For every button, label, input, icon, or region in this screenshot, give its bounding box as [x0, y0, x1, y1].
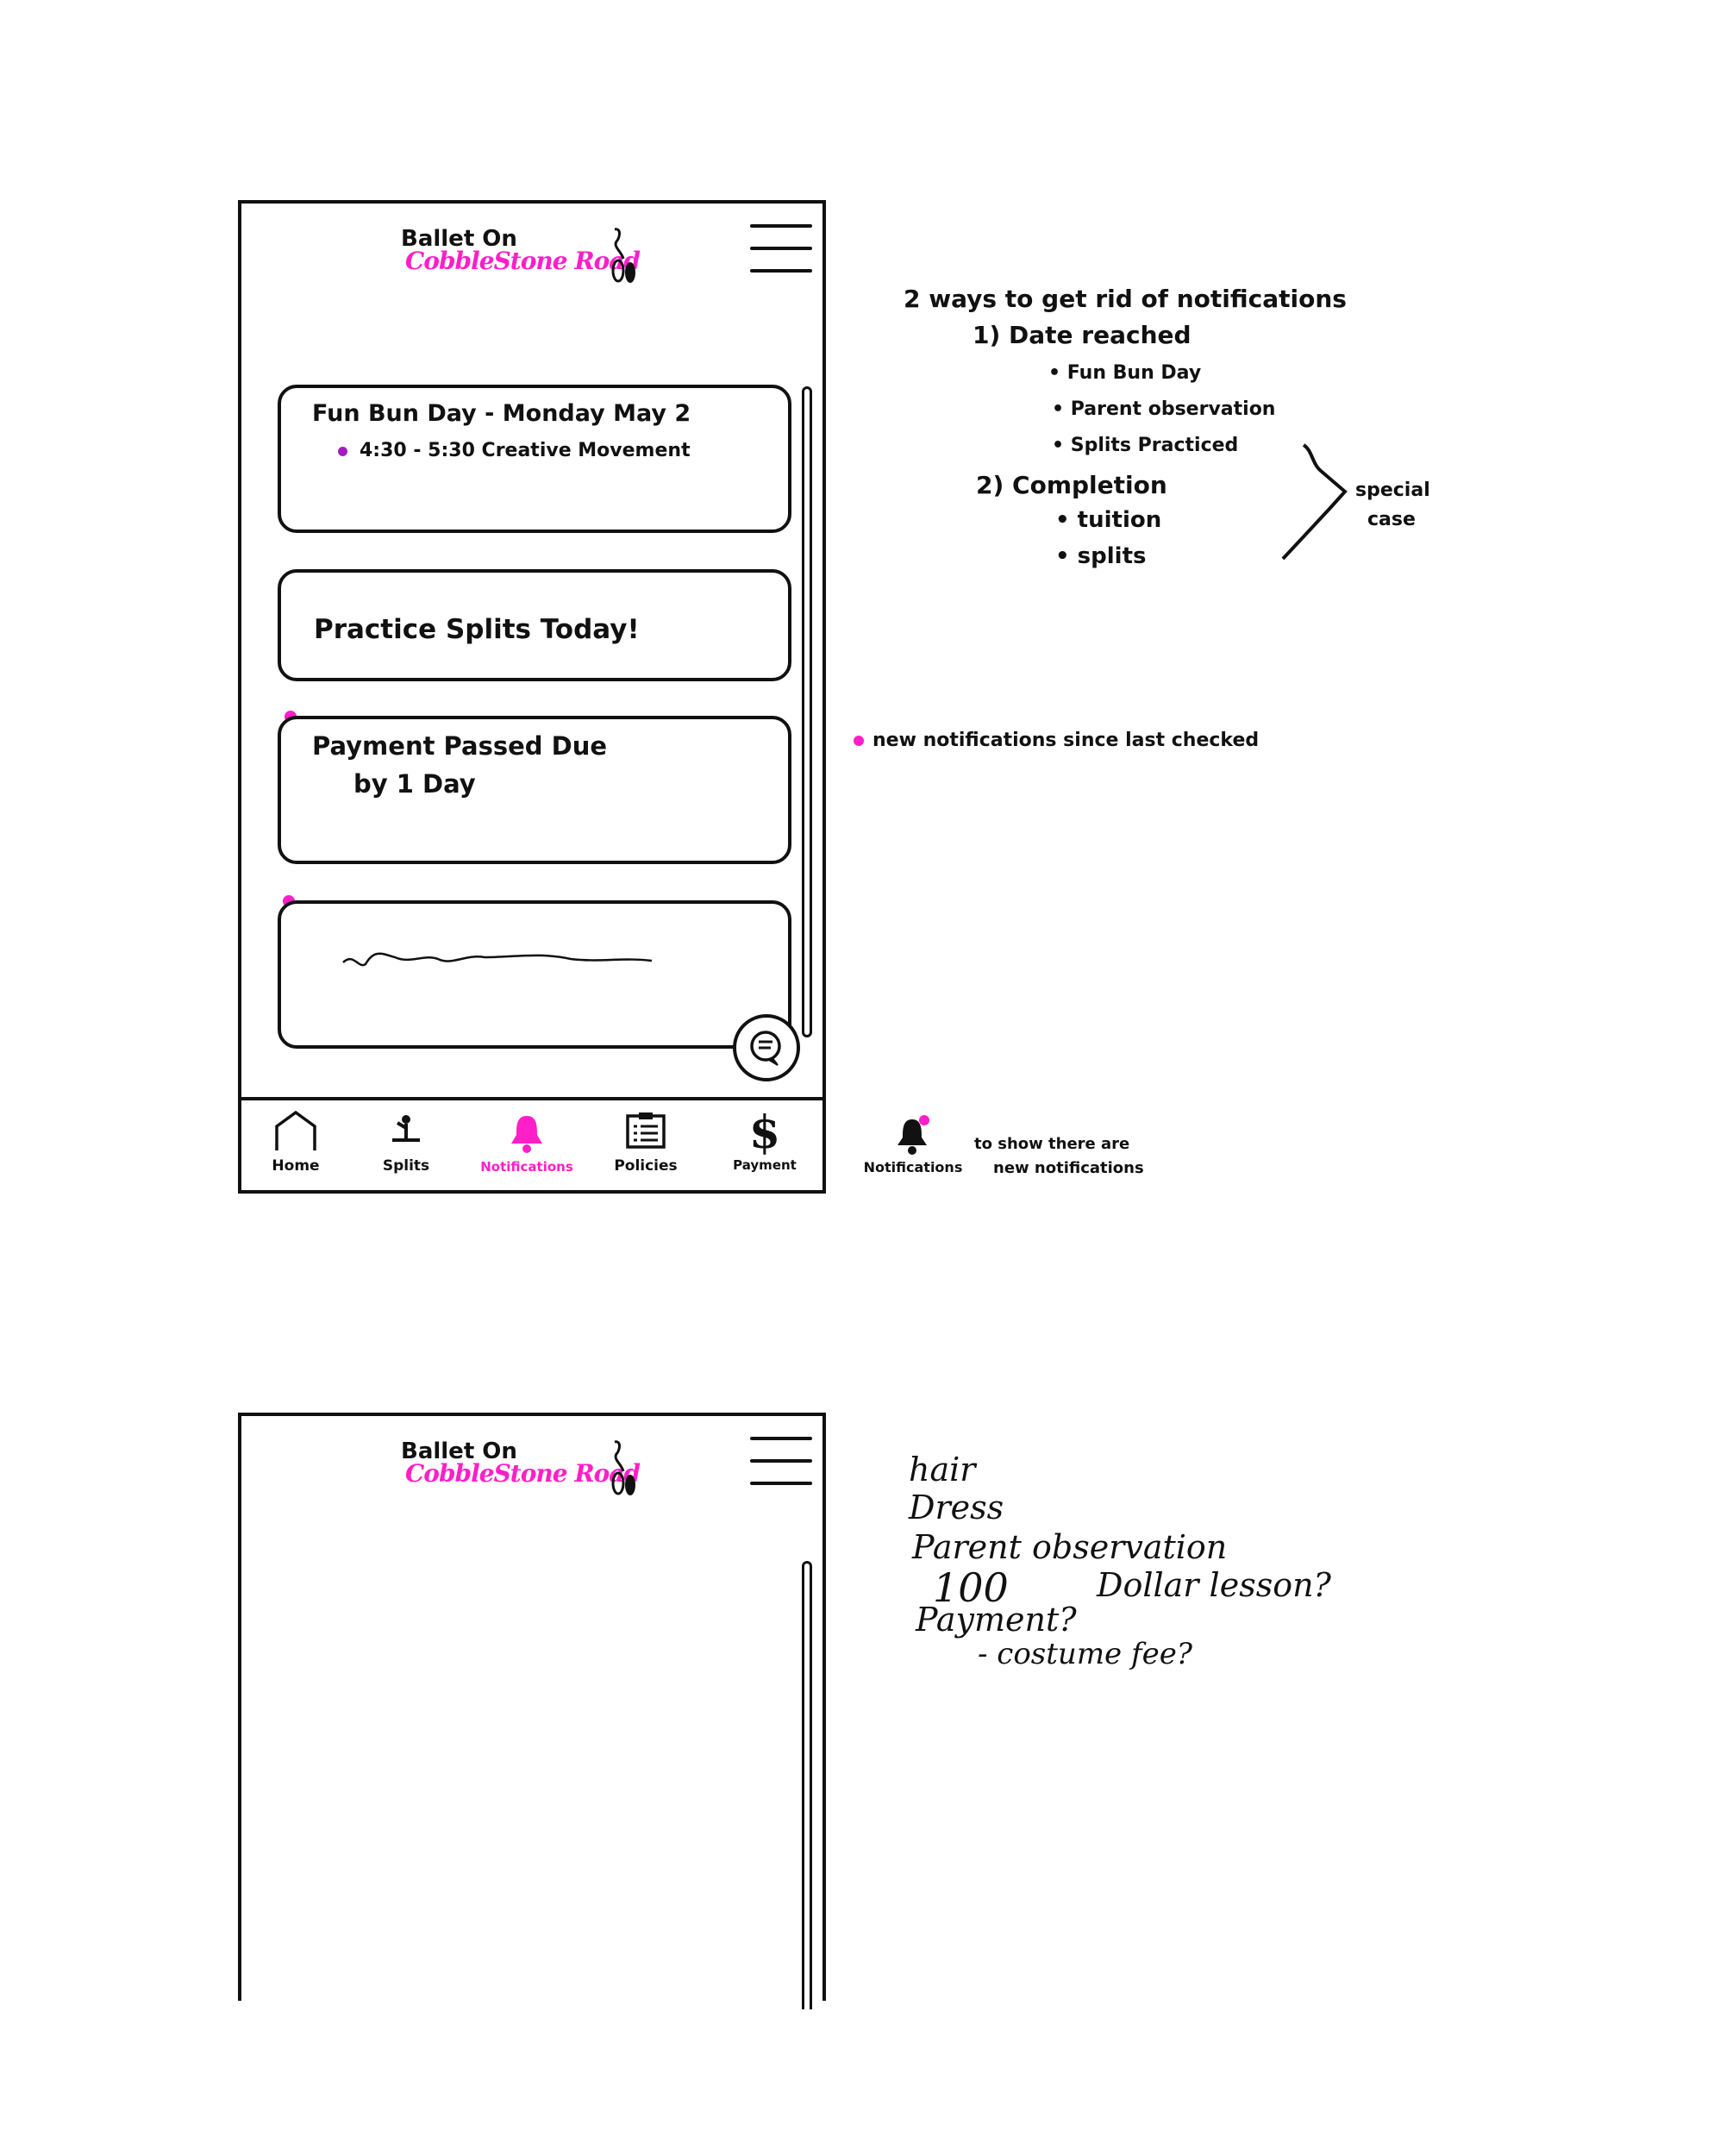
nav-splits[interactable]: Splits [359, 1111, 453, 1188]
clipboard-icon [626, 1112, 666, 1149]
notification-title-line1: Payment Passed Due [312, 731, 608, 761]
notification-card-placeholder[interactable] [278, 900, 791, 1049]
annotation-way2-item: • tuition [1055, 507, 1162, 533]
bell-icon [898, 1115, 929, 1155]
notification-title: Fun Bun Day - Monday May 2 [312, 400, 691, 427]
annotation-new-dot: new notifications since last checked [854, 730, 1259, 751]
brainstorm-item: Dress [909, 1489, 1004, 1526]
nav-label: Payment [733, 1157, 797, 1173]
annotation-way1: 1) Date reached [973, 321, 1191, 349]
ballet-shoes-icon [611, 228, 635, 283]
nav-label: Splits [382, 1157, 430, 1175]
bell-icon [511, 1116, 542, 1153]
notification-detail-text: 4:30 - 5:30 Creative Movement [360, 440, 691, 461]
annotation-way1-item: • Fun Bun Day [1048, 362, 1202, 384]
notification-title: Practice Splits Today! [314, 614, 640, 645]
bullet-icon [338, 446, 347, 456]
notification-detail: 4:30 - 5:30 Creative Movement [338, 440, 691, 461]
dollar-icon: $ [748, 1106, 781, 1159]
menu-button[interactable] [750, 1437, 812, 1485]
annotation-way1-item: • Splits Practiced [1052, 435, 1239, 456]
home-icon [275, 1111, 316, 1150]
annotation-way1-item: • Parent observation [1052, 398, 1276, 420]
annotation-case: case [1367, 509, 1416, 530]
nav-home[interactable]: Home [248, 1111, 343, 1188]
annotation-special: special [1355, 479, 1430, 501]
annotation-bell-note-line1: to show there are [974, 1135, 1130, 1153]
logo-text-line2: CobbleStone Road [405, 1459, 641, 1488]
nav-policies[interactable]: Policies [598, 1111, 693, 1188]
logo-text-line2: CobbleStone Road [405, 247, 641, 275]
scrollbar[interactable] [802, 1561, 812, 2009]
nav-label: Notifications [480, 1159, 573, 1175]
menu-button[interactable] [750, 224, 812, 273]
nav-notifications[interactable]: Notifications [479, 1111, 574, 1188]
annotation-heading: 2 ways to get rid of notifications [904, 285, 1347, 313]
chat-bubble-icon [750, 1031, 781, 1066]
special-case-brace [1281, 443, 1348, 561]
brainstorm-item: Parent observation [912, 1528, 1228, 1566]
bottom-navigation: Home Splits Notifications Policies $ Pay… [241, 1097, 822, 1194]
scrollbar[interactable] [802, 386, 812, 1037]
brainstorm-item: Payment? [916, 1601, 1077, 1639]
annotation-bell-label: Notifications [863, 1159, 963, 1175]
notification-card-fun-bun-day[interactable]: Fun Bun Day - Monday May 2 4:30 - 5:30 C… [278, 385, 791, 533]
annotation-bell-note-line2: new notifications [993, 1159, 1144, 1177]
splits-icon [392, 1115, 420, 1142]
app-logo[interactable]: Ballet On CobbleStone Road [401, 226, 660, 286]
nav-payment[interactable]: $ Payment [717, 1111, 812, 1188]
notification-title-line2: by 1 Day [353, 769, 476, 799]
notification-card-practice-splits[interactable]: Practice Splits Today! [278, 569, 791, 681]
nav-label: Home [272, 1157, 320, 1175]
placeholder-scribble [342, 952, 653, 967]
brainstorm-item: Dollar lesson? [1097, 1566, 1331, 1604]
brainstorm-item: hair [909, 1451, 976, 1489]
blank-screen: Ballet On CobbleStone Road [238, 1413, 826, 2009]
annotation-way2: 2) Completion [976, 471, 1167, 499]
brainstorm-item: - costume fee? [978, 1637, 1193, 1671]
ballet-shoes-icon [611, 1440, 635, 1495]
nav-label: Policies [614, 1157, 678, 1175]
annotation-way2-item: • splits [1055, 543, 1147, 569]
notification-card-payment-due[interactable]: Payment Passed Due by 1 Day [278, 716, 791, 864]
app-logo[interactable]: Ballet On CobbleStone Road [401, 1438, 660, 1499]
chat-button[interactable] [733, 1014, 800, 1081]
notifications-screen: Ballet On CobbleStone Road Fun Bun Day -… [238, 200, 826, 1194]
annotation-bell-example: Notifications [857, 1114, 969, 1183]
new-notification-dot [854, 736, 864, 746]
